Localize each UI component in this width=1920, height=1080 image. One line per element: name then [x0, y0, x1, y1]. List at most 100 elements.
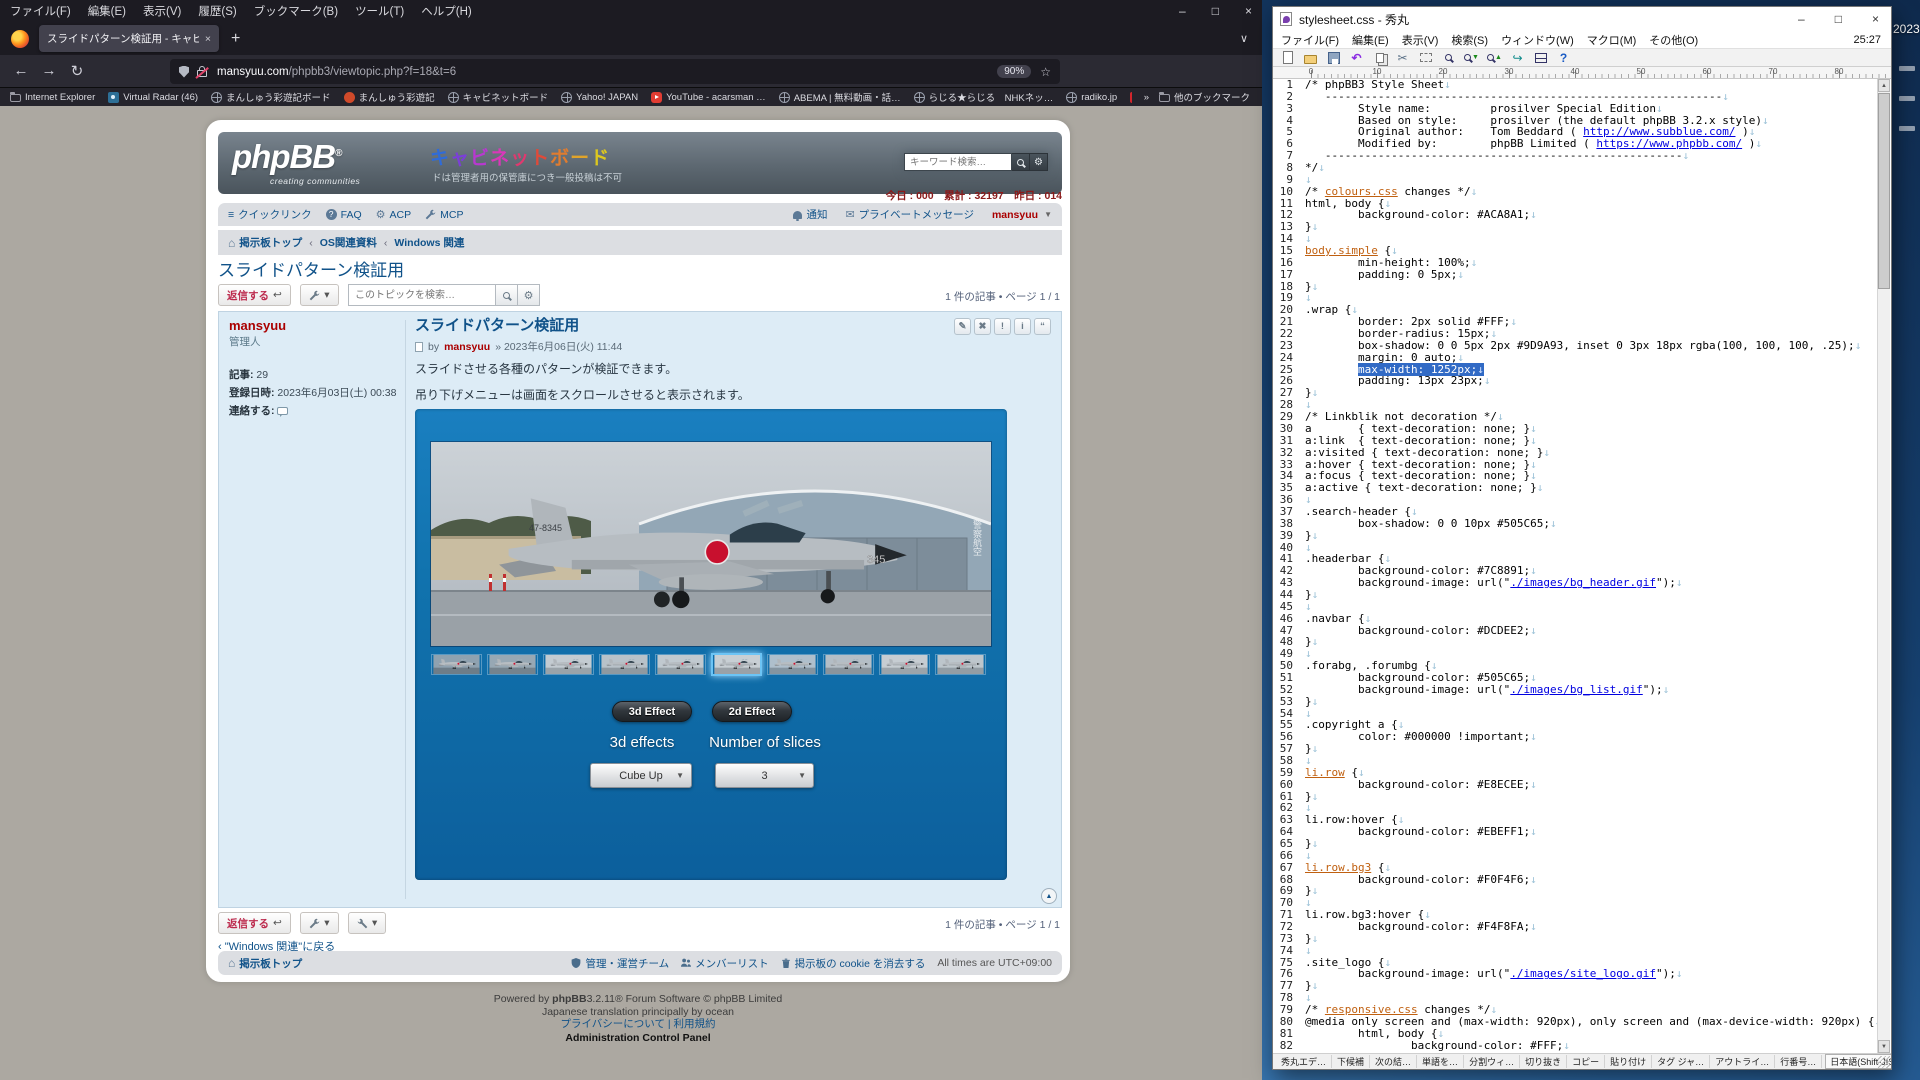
statusbar-item[interactable]: 切り抜き: [1520, 1055, 1567, 1068]
zoom-level-badge[interactable]: 90%: [997, 65, 1031, 78]
split-window-icon[interactable]: [1533, 50, 1548, 65]
browser-menu-item[interactable]: ファイル(F): [10, 3, 71, 19]
other-bookmarks-button[interactable]: 他のブックマーク: [1159, 90, 1250, 104]
post-tool-button[interactable]: “: [1034, 318, 1051, 335]
box-select-icon[interactable]: [1418, 50, 1433, 65]
statusbar-item[interactable]: 次の結…: [1370, 1055, 1417, 1068]
scrollbar-thumb[interactable]: [1878, 93, 1890, 289]
topic-search-button[interactable]: [496, 284, 518, 306]
acp-footer-link[interactable]: Administration Control Panel: [206, 1033, 1070, 1045]
help-icon[interactable]: ?: [1556, 50, 1571, 65]
browser-menu-item[interactable]: ブックマーク(B): [254, 3, 338, 19]
statusbar-item[interactable]: 秀丸エデ…: [1276, 1055, 1332, 1068]
byline-author[interactable]: mansyuu: [444, 341, 490, 353]
editor-menu-item[interactable]: マクロ(M): [1587, 32, 1637, 48]
quick-links[interactable]: ≡クイックリンク: [228, 207, 312, 222]
new-file-icon[interactable]: [1280, 50, 1295, 65]
slideshow-thumbnail[interactable]: [711, 653, 762, 676]
back-button[interactable]: ←: [10, 62, 32, 79]
maximize-button[interactable]: □: [1212, 4, 1219, 18]
reply-button[interactable]: 返信する↩: [218, 912, 291, 934]
insecure-lock-icon[interactable]: [197, 70, 207, 77]
faq-link[interactable]: ?FAQ: [326, 209, 362, 221]
slideshow-thumbnail[interactable]: [935, 654, 986, 675]
cut-icon[interactable]: ✂: [1395, 50, 1410, 65]
tracking-shield-icon[interactable]: [179, 66, 189, 78]
topic-tools-button[interactable]: ▾: [300, 912, 338, 934]
slideshow-thumbnail[interactable]: [767, 654, 818, 675]
slideshow-thumbnail[interactable]: [487, 654, 538, 675]
breadcrumb-forum[interactable]: OS関連資料: [320, 235, 377, 250]
minimize-button[interactable]: –: [1798, 12, 1805, 26]
3d-effect-button[interactable]: 3d Effect: [612, 701, 692, 722]
find-icon[interactable]: [1441, 50, 1456, 65]
statusbar-item[interactable]: 行番号…: [1775, 1055, 1822, 1068]
save-icon[interactable]: [1326, 50, 1341, 65]
bookmark-item[interactable]: Virtual Radar (46): [108, 92, 198, 103]
find-previous-icon[interactable]: ▲: [1487, 50, 1502, 65]
bookmark-item[interactable]: OCN | 会員向けトップペ…: [1130, 90, 1132, 104]
moderator-tools-button[interactable]: ▾: [348, 912, 386, 934]
editor-menu-item[interactable]: ウィンドウ(W): [1501, 32, 1574, 48]
statusbar-item[interactable]: タグ ジャ…: [1652, 1055, 1710, 1068]
header-search-input[interactable]: [904, 153, 1012, 171]
search-button[interactable]: [1012, 153, 1030, 171]
advanced-search-button[interactable]: ⚙: [1030, 153, 1048, 171]
post-tool-button[interactable]: ✎: [954, 318, 971, 335]
user-menu[interactable]: mansyuu▼: [992, 209, 1052, 221]
terms-link[interactable]: 利用規約: [674, 1018, 716, 1030]
2d-effect-button[interactable]: 2d Effect: [712, 701, 792, 722]
pm-link[interactable]: ✉プライベートメッセージ: [845, 207, 974, 222]
bookmark-item[interactable]: YouTube - acarsman …: [651, 92, 766, 103]
bookmarks-overflow-icon[interactable]: »: [1144, 92, 1149, 103]
post-title[interactable]: スライドパターン検証用: [415, 314, 579, 335]
phpbb-logo[interactable]: phpBB®: [232, 138, 342, 176]
breadcrumb-subforum[interactable]: Windows 関連: [394, 235, 464, 250]
bookmark-item[interactable]: らじる★らじる NHKネッ…: [914, 90, 1054, 104]
browser-menu-item[interactable]: 編集(E): [88, 3, 126, 19]
url-bar[interactable]: mansyuu.com/phpbb3/viewtopic.php?f=18&t=…: [170, 59, 1060, 84]
scroll-up-icon[interactable]: ▲: [1878, 79, 1890, 92]
breadcrumb-home[interactable]: 掲示板トップ: [239, 235, 302, 250]
slideshow-thumbnail[interactable]: [543, 654, 594, 675]
bookmark-item[interactable]: radiko.jp: [1066, 92, 1117, 103]
bookmark-item[interactable]: まんしゅう彩遊記ボード: [211, 90, 331, 104]
open-file-icon[interactable]: [1303, 50, 1318, 65]
effect-select[interactable]: Cube Up▼: [590, 763, 692, 788]
editor-menu-item[interactable]: 検索(S): [1451, 32, 1488, 48]
mcp-link[interactable]: MCP: [425, 209, 463, 221]
minimize-button[interactable]: –: [1179, 4, 1186, 18]
topic-search-advanced-button[interactable]: ⚙: [518, 284, 540, 306]
bookmark-item[interactable]: ABEMA | 無料動画・話…: [779, 90, 901, 104]
slideshow-thumbnail[interactable]: [431, 654, 482, 675]
close-button[interactable]: ×: [1872, 12, 1879, 26]
browser-menu-item[interactable]: ヘルプ(H): [421, 3, 471, 19]
acp-link[interactable]: ⚙ACP: [376, 208, 411, 221]
statusbar-item[interactable]: 単語を…: [1417, 1055, 1464, 1068]
maximize-button[interactable]: □: [1835, 12, 1842, 26]
topic-tools-button[interactable]: ▾: [300, 284, 338, 306]
team-link[interactable]: 管理・運営チーム: [571, 956, 669, 971]
tab-close-icon[interactable]: ×: [205, 33, 211, 45]
notifications-link[interactable]: 通知: [793, 207, 827, 222]
list-tabs-icon[interactable]: ∨: [1240, 32, 1248, 45]
editor-menu-item[interactable]: ファイル(F): [1281, 32, 1339, 48]
statusbar-item[interactable]: 貼り付け: [1605, 1055, 1652, 1068]
editor-text-area[interactable]: 1/* phpBB3 Style Sheet↓2 ---------------…: [1273, 79, 1877, 1053]
reply-button[interactable]: 返信する↩: [218, 284, 291, 306]
resize-grip[interactable]: [1878, 1056, 1890, 1068]
topic-search-input[interactable]: [348, 284, 496, 306]
post-tool-button[interactable]: i: [1014, 318, 1031, 335]
browser-menu-item[interactable]: 履歴(S): [198, 3, 236, 19]
editor-menu-item[interactable]: その他(O): [1649, 32, 1698, 48]
reload-button[interactable]: ↻: [66, 62, 88, 80]
slideshow-thumbnail[interactable]: [879, 654, 930, 675]
firefox-icon[interactable]: [11, 30, 29, 48]
message-bubble-icon[interactable]: [277, 407, 288, 415]
undo-icon[interactable]: ↶: [1349, 50, 1364, 65]
topic-title[interactable]: スライドパターン検証用: [218, 256, 404, 281]
statusbar-item[interactable]: 下候補: [1332, 1055, 1370, 1068]
bookmark-item[interactable]: まんしゅう彩遊記: [344, 90, 435, 104]
browser-menu-item[interactable]: ツール(T): [355, 3, 404, 19]
tag-jump-icon[interactable]: ↪: [1510, 50, 1525, 65]
